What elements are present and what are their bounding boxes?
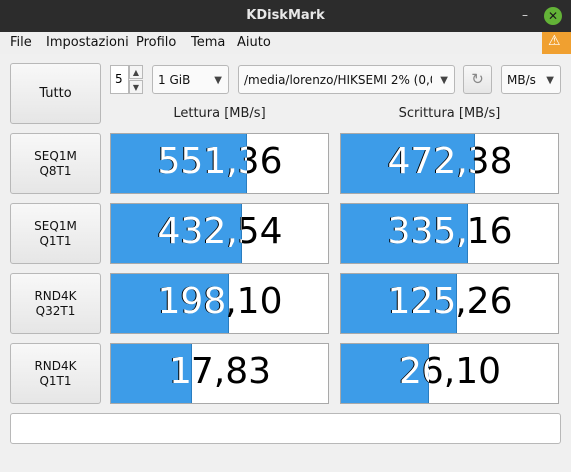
warning-icon: ⚠ bbox=[548, 33, 561, 49]
read-value-overlay: 551,36 bbox=[111, 134, 247, 193]
write-value-highlight: 335,16 bbox=[387, 211, 468, 252]
read-value-highlight: 432,54 bbox=[157, 211, 242, 252]
test-button-3[interactable]: RND4K Q1T1 bbox=[10, 343, 101, 404]
read-value-highlight: 17,83 bbox=[168, 351, 192, 392]
test-label-queue: Q1T1 bbox=[39, 373, 72, 388]
chevron-down-icon: ▼ bbox=[546, 75, 554, 86]
title-bar: KDiskMark – ✕ bbox=[0, 0, 571, 32]
units-select[interactable]: MB/s ▼ bbox=[501, 65, 561, 94]
minimize-icon[interactable]: – bbox=[516, 6, 534, 24]
write-result-0: 472,38472,38 bbox=[340, 133, 559, 194]
test-button-1[interactable]: SEQ1M Q1T1 bbox=[10, 203, 101, 264]
chevron-down-icon: ▼ bbox=[214, 75, 222, 86]
menu-help[interactable]: Aiuto bbox=[237, 35, 271, 50]
window-title: KDiskMark bbox=[246, 8, 325, 23]
menu-bar: File Impostazioni Profilo Tema Aiuto bbox=[0, 32, 571, 54]
menu-theme[interactable]: Tema bbox=[191, 35, 225, 50]
test-label-queue: Q8T1 bbox=[39, 163, 72, 178]
all-button[interactable]: Tutto bbox=[10, 63, 101, 124]
write-result-2: 125,26125,26 bbox=[340, 273, 559, 334]
write-value-overlay: 125,26 bbox=[341, 274, 457, 333]
menu-settings[interactable]: Impostazioni bbox=[46, 35, 129, 50]
read-result-2: 198,10198,10 bbox=[110, 273, 329, 334]
write-value-highlight: 125,26 bbox=[387, 281, 457, 322]
read-value-overlay: 432,54 bbox=[111, 204, 242, 263]
read-value-highlight: 551,36 bbox=[157, 141, 247, 182]
test-label-queue: Q32T1 bbox=[35, 303, 76, 318]
loops-value[interactable]: 5 bbox=[110, 65, 129, 94]
read-value-overlay: 198,10 bbox=[111, 274, 229, 333]
test-label-queue: Q1T1 bbox=[39, 233, 72, 248]
test-button-2[interactable]: RND4K Q32T1 bbox=[10, 273, 101, 334]
loops-spinbox[interactable]: 5 ▲ ▼ bbox=[110, 65, 143, 94]
write-value-overlay: 472,38 bbox=[341, 134, 475, 193]
status-field bbox=[10, 413, 561, 444]
write-value-overlay: 335,16 bbox=[341, 204, 468, 263]
units-value: MB/s bbox=[507, 73, 536, 87]
read-result-3: 17,8317,83 bbox=[110, 343, 329, 404]
target-value: /media/lorenzo/HIKSEMI 2% (0,0 bbox=[244, 73, 432, 87]
test-label-name: RND4K bbox=[34, 358, 77, 373]
write-result-3: 26,1026,10 bbox=[340, 343, 559, 404]
test-button-0[interactable]: SEQ1M Q8T1 bbox=[10, 133, 101, 194]
read-value-highlight: 198,10 bbox=[157, 281, 229, 322]
spin-down-icon[interactable]: ▼ bbox=[129, 80, 143, 94]
test-label-name: RND4K bbox=[34, 288, 77, 303]
refresh-icon: ↻ bbox=[471, 70, 484, 88]
write-value-highlight: 26,10 bbox=[398, 351, 429, 392]
close-icon[interactable]: ✕ bbox=[544, 7, 562, 25]
write-value-overlay: 26,10 bbox=[341, 344, 429, 403]
write-value-highlight: 472,38 bbox=[387, 141, 475, 182]
write-result-1: 335,16335,16 bbox=[340, 203, 559, 264]
test-label-name: SEQ1M bbox=[34, 148, 77, 163]
menu-profile[interactable]: Profilo bbox=[136, 35, 176, 50]
size-value: 1 GiB bbox=[158, 73, 191, 87]
read-value-overlay: 17,83 bbox=[111, 344, 192, 403]
read-result-1: 432,54432,54 bbox=[110, 203, 329, 264]
chevron-down-icon: ▼ bbox=[440, 75, 448, 86]
size-select[interactable]: 1 GiB ▼ bbox=[152, 65, 229, 94]
refresh-button[interactable]: ↻ bbox=[463, 65, 492, 94]
read-result-0: 551,36551,36 bbox=[110, 133, 329, 194]
test-label-name: SEQ1M bbox=[34, 218, 77, 233]
menu-file[interactable]: File bbox=[10, 35, 32, 50]
write-header: Scrittura [MB/s] bbox=[398, 106, 501, 121]
spin-up-icon[interactable]: ▲ bbox=[129, 65, 143, 79]
target-select[interactable]: /media/lorenzo/HIKSEMI 2% (0,0 ▼ bbox=[238, 65, 455, 94]
read-header: Lettura [MB/s] bbox=[173, 106, 266, 121]
